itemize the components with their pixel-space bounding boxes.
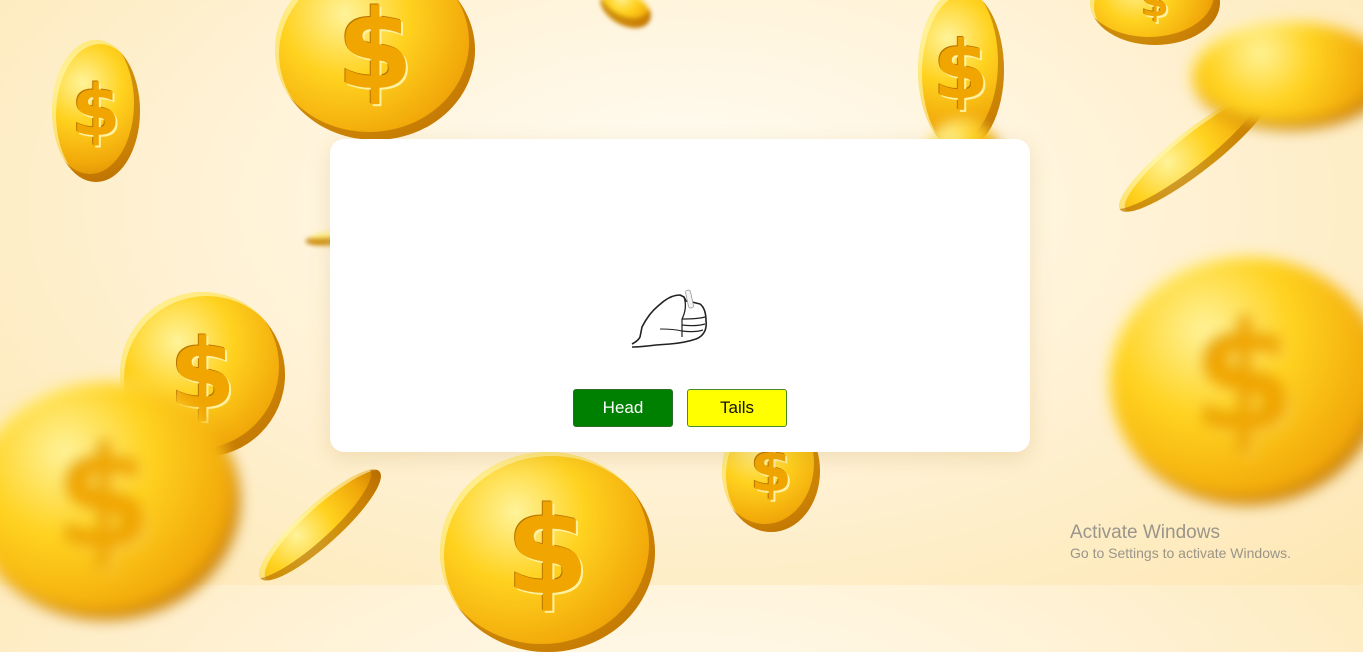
gold-coin-icon [592, 0, 659, 37]
coin-toss-card: Head Tails [330, 139, 1030, 452]
head-button[interactable]: Head [573, 389, 673, 427]
hand-flipping-coin-icon [631, 289, 707, 348]
tails-button[interactable]: Tails [687, 389, 787, 427]
watermark-subtitle: Go to Settings to activate Windows. [1070, 545, 1291, 561]
watermark-title: Activate Windows [1070, 522, 1220, 543]
gold-coin-icon: $ [52, 40, 140, 182]
gold-coin-icon: $ [1108, 255, 1363, 505]
gold-coin-icon [247, 456, 393, 594]
windows-activation-watermark: Activate Windows Go to Settings to activ… [1070, 522, 1291, 562]
gold-coin-icon: $ [1090, 0, 1220, 45]
gold-coin-icon: $ [275, 0, 475, 140]
gold-coin-icon: $ [440, 452, 655, 652]
